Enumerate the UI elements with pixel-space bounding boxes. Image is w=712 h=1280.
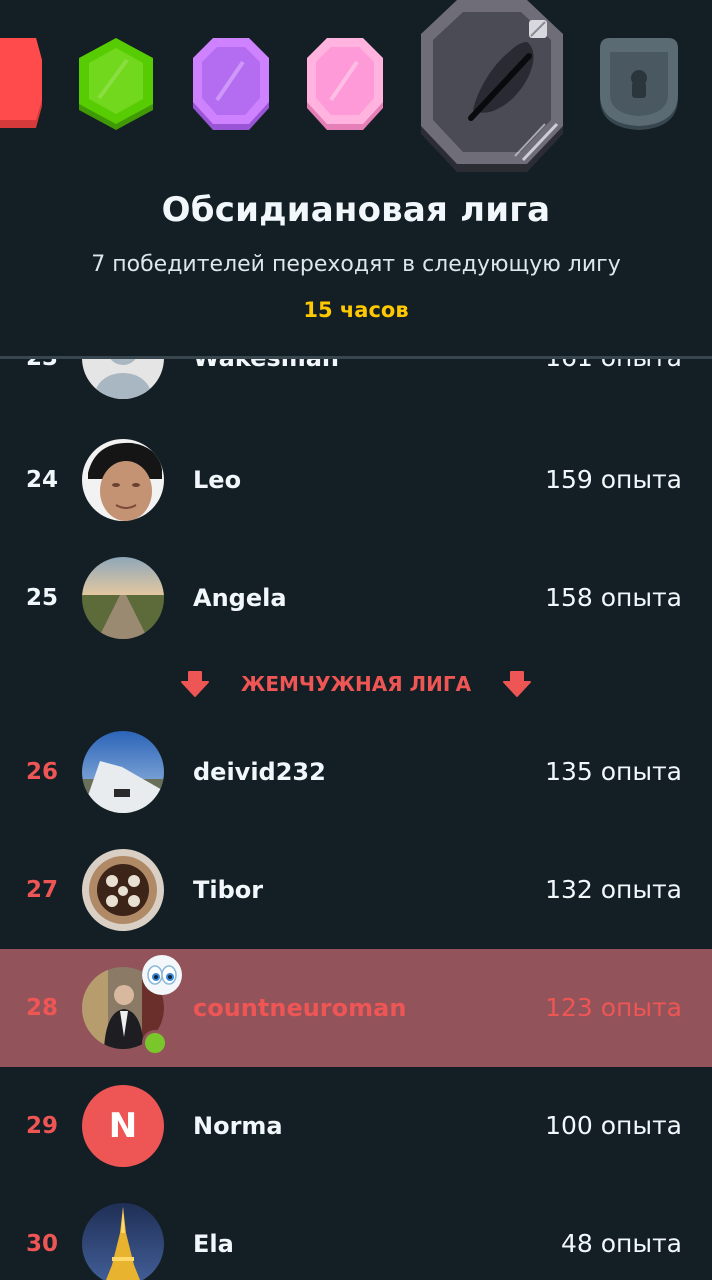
leaderboard-row[interactable]: 29 N Norma 100 опыта (0, 1067, 712, 1185)
online-status-indicator (142, 1030, 168, 1056)
rank-number: 24 (25, 467, 58, 493)
rank-number: 27 (25, 877, 58, 903)
rank-number: 25 (25, 585, 58, 611)
leaderboard-row[interactable]: 26 deivid232 135 опыта (0, 713, 712, 831)
username: Norma (193, 1112, 283, 1140)
league-title: Обсидиановая лига (161, 190, 551, 230)
lock-icon (631, 70, 647, 98)
avatar[interactable] (82, 557, 164, 639)
avatar[interactable] (82, 731, 164, 813)
header-divider (0, 356, 712, 359)
username: Wakesman (193, 359, 339, 417)
username: Leo (193, 466, 242, 494)
xp-value: 123 опыта (545, 993, 682, 1022)
leaderboard-row[interactable]: 27 Tibor 132 опыта (0, 831, 712, 949)
ruby-league-badge[interactable] (0, 38, 42, 128)
rank-number: 28 (25, 995, 58, 1021)
demotion-zone-label: ЖЕМЧУЖНАЯ ЛИГА (240, 672, 472, 696)
username: countneuroman (193, 994, 407, 1022)
arrow-down-icon (503, 671, 531, 697)
xp-value: 159 опыта (545, 465, 682, 494)
username: Tibor (193, 876, 264, 904)
eyes-reaction-icon (142, 955, 182, 995)
leaderboard-row[interactable]: 25 Angela 158 опыта (0, 539, 712, 657)
locked-league-badge[interactable] (596, 38, 682, 132)
rank-number: 29 (25, 1113, 58, 1139)
leaderboard-row[interactable]: 23 Wakesman 161 опыта (0, 359, 712, 417)
pearl-league-badge[interactable] (305, 38, 385, 132)
leaderboard-list[interactable]: 23 Wakesman 161 опыта 24 Leo 159 опыта (0, 359, 712, 1280)
xp-value: 158 опыта (545, 583, 682, 612)
rank-number: 30 (25, 1231, 58, 1257)
avatar[interactable] (82, 439, 164, 521)
avatar[interactable] (82, 849, 164, 931)
xp-value: 161 опыта (545, 359, 682, 417)
emerald-league-badge[interactable] (77, 38, 155, 132)
avatar[interactable] (82, 359, 164, 399)
time-left: 15 часов (303, 298, 409, 322)
league-header: Обсидиановая лига 7 победителей переходя… (0, 0, 712, 358)
username: deivid232 (193, 758, 326, 786)
leaderboard-row[interactable]: 24 Leo 159 опыта (0, 421, 712, 539)
xp-value: 132 опыта (545, 875, 682, 904)
username: Angela (193, 584, 287, 612)
letter-avatar[interactable]: N (82, 1085, 164, 1167)
leaderboard-row-current-user[interactable]: 28 countneuroman 123 опыта (0, 949, 712, 1067)
obsidian-league-badge[interactable] (419, 0, 565, 174)
avatar[interactable] (82, 1203, 164, 1280)
leaderboard-row[interactable]: 30 Ela 48 опыта (0, 1185, 712, 1280)
xp-value: 135 опыта (545, 757, 682, 786)
league-subtitle: 7 победителей переходят в следующую лигу (91, 252, 621, 277)
xp-value: 48 опыта (560, 1229, 682, 1258)
rank-number: 23 (20, 359, 64, 417)
amethyst-league-badge[interactable] (191, 38, 271, 132)
username: Ela (193, 1230, 234, 1258)
demotion-zone-divider: ЖЕМЧУЖНАЯ ЛИГА (0, 649, 712, 719)
xp-value: 100 опыта (545, 1111, 682, 1140)
rank-number: 26 (25, 759, 58, 785)
